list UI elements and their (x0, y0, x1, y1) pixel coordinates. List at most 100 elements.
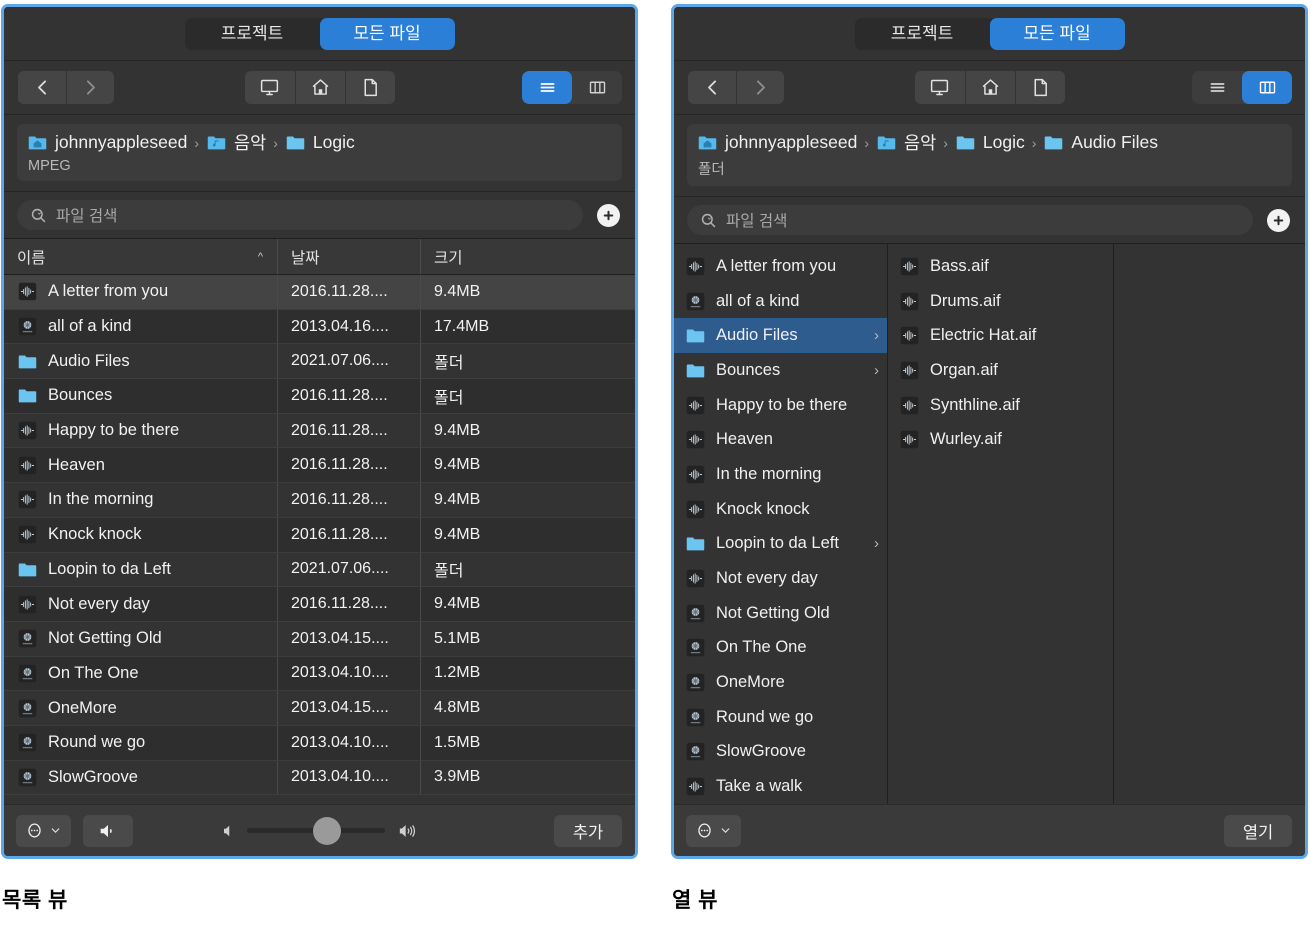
list-view-button-left[interactable] (522, 71, 572, 104)
file-size-label: 5.1MB (434, 629, 481, 647)
breadcrumb-separator: › (864, 134, 870, 151)
house-icon-button-right[interactable] (964, 71, 1015, 104)
column-header-date[interactable]: 날짜 (277, 239, 420, 274)
tab-project-right[interactable]: 프로젝트 (855, 18, 990, 50)
file-size-label: 9.4MB (434, 525, 481, 543)
more-options-button-right[interactable] (686, 814, 741, 847)
tab-all-files-left[interactable]: 모든 파일 (319, 17, 455, 50)
column-list-item[interactable]: Drums.aif (888, 284, 1113, 319)
table-row[interactable]: Not every day 2016.11.28.... 9.4MB (4, 587, 635, 622)
table-row[interactable]: Not Getting Old 2013.04.15.... 5.1MB (4, 621, 635, 657)
play-sound-button-left[interactable] (83, 814, 133, 847)
table-row[interactable]: Bounces 2016.11.28.... 폴더 (4, 379, 635, 414)
volume-slider-knob[interactable] (312, 816, 341, 845)
cell-name: OneMore (4, 698, 277, 719)
column-header-name[interactable]: 이름 ^ (4, 239, 277, 274)
column-list-item[interactable]: OneMore (674, 665, 887, 700)
column-list-item[interactable]: Knock knock (674, 492, 887, 527)
column-list-item[interactable]: Electric Hat.aif (888, 318, 1113, 353)
breadcrumb-item[interactable]: 음악 (876, 130, 936, 155)
search-icon (701, 213, 716, 227)
column-list-item[interactable]: Bass.aif (888, 249, 1113, 284)
column-list-item[interactable]: SlowGroove (674, 735, 887, 770)
table-row[interactable]: In the morning 2016.11.28.... 9.4MB (4, 483, 635, 518)
breadcrumb-item[interactable]: Audio Files (1043, 132, 1158, 153)
table-row[interactable]: On The One 2013.04.10.... 1.2MB (4, 656, 635, 692)
project-file-icon (18, 629, 37, 648)
column-list-item[interactable]: On The One (674, 631, 887, 666)
table-row[interactable]: Round we go 2013.04.10.... 1.5MB (4, 725, 635, 761)
table-row[interactable]: all of a kind 2013.04.16.... 17.4MB (4, 309, 635, 345)
cell-name: Audio Files (4, 351, 277, 372)
cell-date: 2013.04.10.... (277, 656, 420, 691)
view-toggle-group-left (522, 71, 622, 104)
breadcrumb-item[interactable]: Logic (285, 132, 355, 153)
list-view-button-right[interactable] (1192, 71, 1242, 104)
column-list-item[interactable]: Heaven (674, 422, 887, 457)
breadcrumb-box-left[interactable]: johnnyappleseed › 음악 › Logic MPEG (17, 124, 622, 181)
more-options-button-left[interactable] (16, 814, 71, 847)
add-button-left[interactable] (597, 203, 620, 227)
column-list-item[interactable]: Wurley.aif (888, 422, 1113, 457)
table-row[interactable]: OneMore 2013.04.15.... 4.8MB (4, 691, 635, 726)
column-list-item[interactable]: Not every day (674, 561, 887, 596)
search-input-left[interactable]: 파일 검색 (17, 200, 583, 230)
house-icon-button-left[interactable] (294, 71, 345, 104)
breadcrumb-box-right[interactable]: johnnyappleseed › 음악 › Logic › Audio Fil… (687, 124, 1292, 186)
project-file-icon (686, 743, 705, 761)
file-date-label: 2013.04.10.... (291, 664, 389, 682)
breadcrumb-item[interactable]: 음악 (206, 130, 266, 155)
column-view-button-left[interactable] (572, 71, 622, 104)
breadcrumb-item[interactable]: johnnyappleseed (697, 132, 857, 153)
file-name-label: On The One (716, 638, 807, 657)
table-row[interactable]: Loopin to da Left 2021.07.06.... 폴더 (4, 552, 635, 588)
display-icon-button-left[interactable] (245, 71, 295, 104)
back-button-left[interactable] (18, 71, 66, 104)
add-action-button-left[interactable]: 추가 (554, 814, 622, 847)
file-date-label: 2016.11.28.... (291, 421, 388, 439)
breadcrumb-item[interactable]: johnnyappleseed (27, 132, 187, 153)
volume-slider-left[interactable] (246, 816, 385, 845)
column-list-item[interactable]: A letter from you (674, 249, 887, 284)
segmented-control-left[interactable]: 프로젝트 모든 파일 (184, 17, 455, 50)
document-icon-button-right[interactable] (1014, 71, 1065, 104)
column-list-item[interactable]: Audio Files › (674, 318, 887, 354)
table-row[interactable]: Knock knock 2016.11.28.... 9.4MB (4, 517, 635, 553)
search-input-right[interactable]: 파일 검색 (687, 205, 1253, 235)
column-list-item[interactable]: Bounces › (674, 353, 887, 388)
tab-all-files-right[interactable]: 모든 파일 (989, 17, 1125, 50)
table-row[interactable]: Audio Files 2021.07.06.... 폴더 (4, 344, 635, 380)
display-icon-button-right[interactable] (915, 71, 965, 104)
document-icon-button-left[interactable] (344, 71, 395, 104)
file-name-label: Knock knock (48, 525, 142, 544)
forward-button-right[interactable] (736, 71, 784, 104)
segmented-control-right[interactable]: 프로젝트 모든 파일 (854, 17, 1125, 50)
column-list-item[interactable]: Round we go (674, 700, 887, 735)
back-button-right[interactable] (688, 71, 736, 104)
column-list-item[interactable]: all of a kind (674, 284, 887, 319)
table-row[interactable]: Heaven 2016.11.28.... 9.4MB (4, 448, 635, 484)
column-list-item[interactable]: Not Getting Old (674, 596, 887, 631)
column-view-button-right[interactable] (1242, 71, 1292, 104)
column-list-item[interactable]: Take a walk (674, 769, 887, 804)
file-date-label: 2016.11.28.... (291, 456, 388, 474)
table-row[interactable]: A letter from you 2016.11.28.... 9.4MB (4, 275, 635, 310)
column-list-item[interactable]: In the morning (674, 457, 887, 492)
column-list-item[interactable]: Happy to be there (674, 388, 887, 423)
breadcrumb-item[interactable]: Logic (955, 132, 1025, 153)
open-action-button-right[interactable]: 열기 (1224, 814, 1292, 847)
search-row-right: 파일 검색 (674, 197, 1305, 243)
add-button-right[interactable] (1267, 208, 1290, 232)
table-row[interactable]: SlowGroove 2013.04.10.... 3.9MB (4, 760, 635, 796)
breadcrumb-label: Logic (312, 132, 355, 152)
column-header-size[interactable]: 크기 (420, 239, 635, 274)
column-list-item[interactable]: Loopin to da Left › (674, 527, 887, 562)
cell-date: 2013.04.16.... (277, 309, 420, 344)
table-row[interactable]: Happy to be there 2016.11.28.... 9.4MB (4, 413, 635, 449)
forward-button-left[interactable] (66, 71, 114, 104)
file-date-label: 2013.04.16.... (291, 317, 389, 335)
tab-project-left[interactable]: 프로젝트 (185, 18, 320, 50)
column-list-item[interactable]: Synthline.aif (888, 388, 1113, 423)
column-list-item[interactable]: Organ.aif (888, 353, 1113, 388)
file-name-label: Happy to be there (716, 395, 848, 414)
